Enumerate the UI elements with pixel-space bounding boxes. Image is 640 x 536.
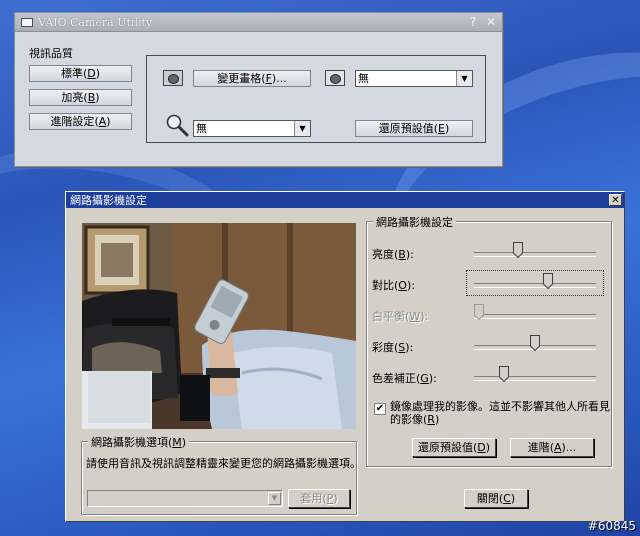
webcam-options-group-label: 網路攝影機選項(M) <box>88 434 190 450</box>
camera-controls-panel: 變更畫格(F)... 無 ▼ 無 ▼ 還原預設值(E) <box>146 55 486 143</box>
white-balance-label: 白平衡(W): <box>372 310 429 323</box>
contrast-slider-track[interactable] <box>474 283 596 288</box>
magnifier-icon <box>166 114 189 137</box>
contrast-slider-thumb[interactable] <box>543 273 553 289</box>
frame-effect-select[interactable]: 無 ▼ <box>355 70 473 87</box>
camera-preview <box>82 223 356 429</box>
saturation-label: 彩度(S): <box>372 341 414 354</box>
restore-defaults-button[interactable]: 還原預設值(E) <box>355 120 473 137</box>
white-balance-slider-thumb[interactable] <box>474 304 484 320</box>
contrast-label: 對比(O): <box>372 279 415 292</box>
image-watermark: #60845 <box>587 519 636 533</box>
webcam-settings-group-label: 網路攝影機設定 <box>373 214 456 230</box>
restore-defaults-button[interactable]: 還原預設值(D) <box>412 438 496 457</box>
mirror-image-label: 鏡像處理我的影像。這並不影響其他人所看見 的影像(R) <box>390 400 610 426</box>
vaio-window-title: VAIO Camera Utility <box>38 15 153 29</box>
mirror-image-checkbox[interactable]: ✔ <box>374 403 386 415</box>
camera-app-icon <box>21 17 33 27</box>
help-icon[interactable]: ? <box>466 15 480 29</box>
standard-button[interactable]: 標準(D) <box>29 65 132 82</box>
dialog-title: 網路攝影機設定 <box>70 194 147 207</box>
saturation-slider-thumb[interactable] <box>530 335 540 351</box>
camera-preview-image <box>82 223 356 429</box>
dialog-title-bar[interactable]: 網路攝影機設定 ✕ <box>66 192 624 208</box>
brightness-label: 亮度(B): <box>372 248 414 261</box>
webcam-settings-dialog: 網路攝影機設定 ✕ 網路攝影機設定 亮度(B): 對比(O): 白平衡(W): … <box>65 191 625 522</box>
apply-button[interactable]: 套用(P) <box>288 489 350 508</box>
gamma-slider-thumb[interactable] <box>499 366 509 382</box>
gamma-label: 色差補正(G): <box>372 372 437 385</box>
brightness-slider-track[interactable] <box>474 252 596 257</box>
white-balance-slider-track[interactable] <box>474 314 596 319</box>
vaio-camera-utility-window: VAIO Camera Utility ? ✕ 視訊品質 標準(D) 加亮(B)… <box>14 12 503 167</box>
frame-style-icon <box>163 70 183 86</box>
brighten-button[interactable]: 加亮(B) <box>29 89 132 106</box>
webcam-options-hint: 請使用音訊及視訊調整精靈來變更您的網路攝影機選項。 <box>86 457 361 470</box>
chevron-down-icon[interactable]: ▼ <box>456 71 472 86</box>
brightness-slider-thumb[interactable] <box>513 242 523 258</box>
webcam-options-select[interactable]: ▼ <box>87 490 283 507</box>
frame-effect-icon <box>325 70 345 86</box>
gamma-slider-track[interactable] <box>474 376 596 381</box>
chevron-down-icon[interactable]: ▼ <box>294 121 310 136</box>
chevron-down-icon[interactable]: ▼ <box>268 492 281 505</box>
change-frame-button[interactable]: 變更畫格(F)... <box>193 70 311 87</box>
checkmark-icon: ✔ <box>375 403 385 414</box>
advanced-settings-button[interactable]: 進階設定(A) <box>29 113 132 130</box>
video-quality-label: 視訊品質 <box>29 47 73 60</box>
vaio-title-bar[interactable]: VAIO Camera Utility ? ✕ <box>15 13 502 32</box>
zoom-select[interactable]: 無 ▼ <box>193 120 311 137</box>
close-button[interactable]: 關閉(C) <box>464 489 528 508</box>
close-icon[interactable]: ✕ <box>609 194 622 206</box>
close-icon[interactable]: ✕ <box>484 15 498 29</box>
advanced-button[interactable]: 進階(A)... <box>510 438 594 457</box>
